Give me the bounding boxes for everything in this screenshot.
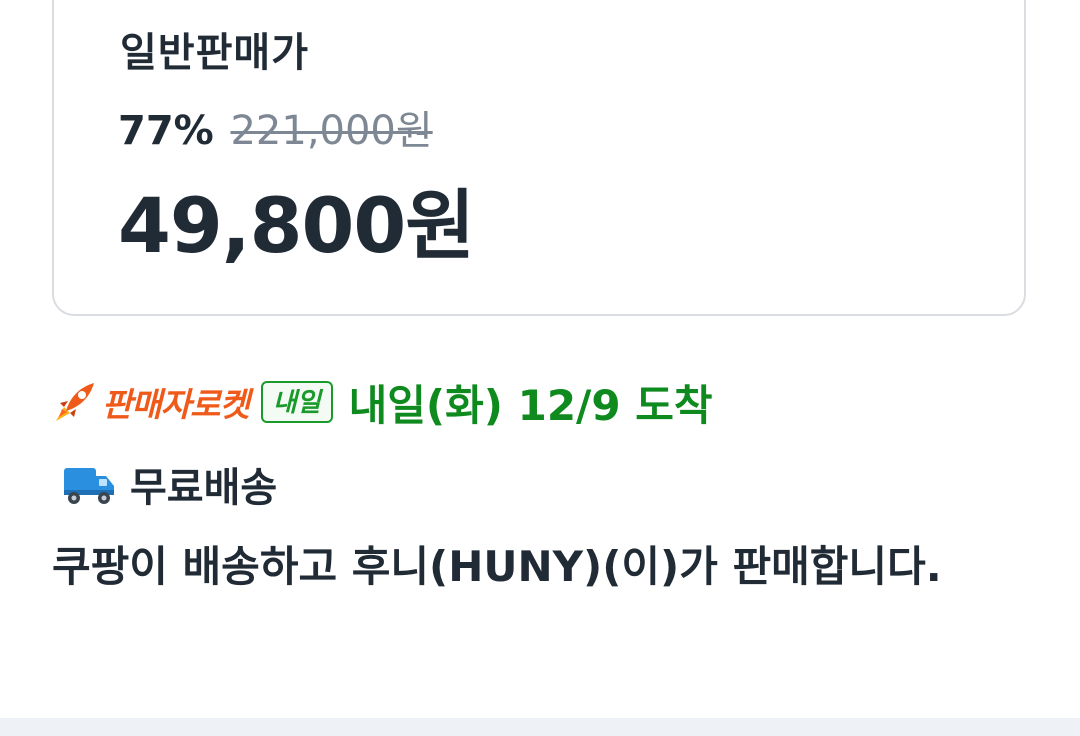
- rocket-delivery-row: 판매자로켓 내일 내일(화) 12/9 도착: [50, 372, 713, 432]
- discount-row: 77% 221,000원: [118, 98, 433, 156]
- discount-rate: 77%: [118, 108, 214, 154]
- truck-icon: [62, 462, 116, 506]
- seller-description: 쿠팡이 배송하고 후니(HUNY)(이)가 판매합니다.: [52, 542, 942, 591]
- free-shipping-row: 무료배송: [62, 456, 277, 512]
- price-card: 일반판매가 77% 221,000원 49,800원: [52, 0, 1026, 316]
- price-label: 일반판매가: [120, 30, 309, 76]
- free-shipping-label: 무료배송: [130, 465, 278, 511]
- product-price-section: 일반판매가 77% 221,000원 49,800원 판매자로켓 내일 내일(화…: [0, 0, 1080, 736]
- tomorrow-badge: 내일: [260, 381, 333, 423]
- final-price: 49,800원: [118, 181, 475, 270]
- rocket-brand-label: 판매자로켓: [102, 385, 250, 424]
- original-price: 221,000원: [230, 108, 433, 154]
- section-divider: [0, 718, 1080, 736]
- rocket-icon: [50, 377, 100, 427]
- arrival-date: 내일(화) 12/9 도착: [348, 380, 713, 430]
